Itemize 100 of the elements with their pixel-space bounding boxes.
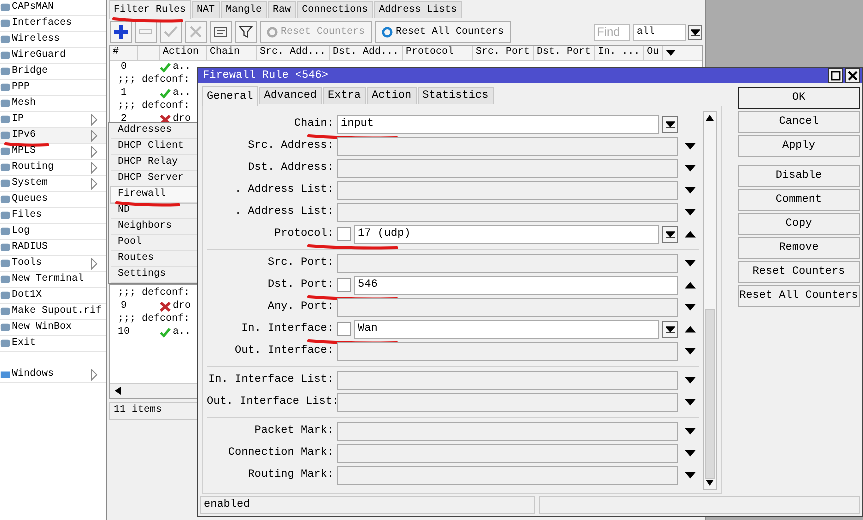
dialog-button[interactable]: Reset Counters [738, 261, 860, 283]
sidebar-item[interactable]: System [0, 176, 106, 192]
sidebar-item[interactable]: Files [0, 208, 106, 224]
sidebar-item[interactable]: Bridge [0, 64, 106, 80]
sidebar-item[interactable]: Wireless [0, 32, 106, 48]
sidebar-item[interactable]: CAPsMAN [0, 0, 106, 16]
input-field[interactable] [337, 136, 678, 156]
expand-arrow-icon[interactable] [684, 472, 696, 478]
negate-checkbox[interactable] [337, 227, 351, 241]
negate-checkbox[interactable] [337, 278, 351, 292]
comment-button[interactable] [210, 21, 232, 43]
sidebar-item[interactable]: New WinBox [0, 320, 106, 336]
find-field[interactable]: Find [594, 24, 630, 40]
expand-arrow-icon[interactable] [684, 142, 696, 150]
filter-select[interactable]: all [633, 24, 686, 40]
collapse-arrow-icon[interactable] [684, 282, 696, 288]
filter-button[interactable] [235, 21, 257, 43]
column-header[interactable]: Dst. Port [537, 47, 592, 58]
expand-arrow-icon[interactable] [684, 398, 696, 406]
input-field[interactable] [337, 254, 678, 272]
input-field[interactable]: 17 (udp) [354, 224, 659, 244]
collapse-arrow-icon[interactable] [684, 230, 696, 238]
maximize-button[interactable] [828, 68, 843, 83]
sidebar-item[interactable]: PPP [0, 80, 106, 96]
sidebar-item[interactable]: RADIUS [0, 240, 106, 256]
collapse-arrow-icon[interactable] [684, 326, 696, 332]
input-field[interactable] [337, 158, 678, 178]
expand-arrow-icon[interactable] [684, 164, 696, 172]
column-header[interactable]: Dst. Add... [333, 47, 400, 58]
sidebar-item[interactable]: New Terminal [0, 272, 106, 288]
expand-arrow-icon[interactable] [684, 428, 696, 434]
dialog-button[interactable]: Reset All Counters [738, 285, 860, 307]
input-field[interactable]: input [337, 114, 659, 134]
expand-arrow-icon[interactable] [684, 304, 696, 310]
dialog-button[interactable]: Remove [738, 237, 860, 259]
dialog-button[interactable]: Comment [738, 189, 860, 211]
sidebar-item[interactable]: IPv6 [0, 128, 106, 144]
sidebar-item[interactable]: MPLS [0, 144, 106, 160]
input-field[interactable] [337, 422, 678, 440]
scroll-up-icon[interactable] [706, 114, 714, 122]
column-header[interactable]: Chain [210, 47, 240, 58]
dialog-button[interactable]: Cancel [738, 111, 860, 133]
sidebar-item[interactable]: Queues [0, 192, 106, 208]
sidebar-item[interactable]: Dot1X [0, 288, 106, 304]
column-header[interactable]: Protocol [406, 47, 454, 58]
tab[interactable]: Connections [297, 1, 374, 18]
expand-arrow-icon[interactable] [684, 348, 696, 354]
column-header[interactable]: # [113, 47, 120, 58]
dropdown-button[interactable] [662, 320, 678, 338]
expand-arrow-icon[interactable] [684, 208, 696, 216]
dialog-button[interactable]: Disable [738, 165, 860, 187]
dropdown-button[interactable] [662, 226, 678, 242]
input-field[interactable]: Wan [354, 320, 659, 338]
input-field[interactable] [337, 370, 678, 390]
input-field[interactable] [337, 444, 678, 462]
column-header[interactable]: Src. Add... [260, 47, 326, 58]
sidebar-item[interactable]: Windows [0, 367, 106, 383]
dropdown-button[interactable] [688, 24, 702, 40]
sidebar-item[interactable]: WireGuard [0, 48, 106, 64]
tab[interactable]: Extra [323, 87, 366, 104]
tab[interactable]: Statistics [418, 87, 494, 104]
scrollbar[interactable] [703, 111, 717, 490]
column-header[interactable]: In. ... [598, 47, 640, 58]
tab[interactable]: Raw [268, 1, 296, 18]
input-field[interactable] [337, 466, 678, 484]
reset-button[interactable]: Reset All Counters [375, 21, 512, 43]
dropdown-button[interactable] [662, 116, 678, 132]
tab[interactable]: Action [367, 87, 417, 104]
add-button[interactable] [110, 21, 132, 43]
expand-arrow-icon[interactable] [684, 450, 696, 456]
tab[interactable]: General [202, 86, 258, 106]
input-field[interactable] [337, 392, 678, 412]
negate-checkbox[interactable] [337, 322, 351, 336]
tab[interactable]: NAT [192, 1, 220, 18]
sidebar-item[interactable]: Exit [0, 336, 106, 352]
tab[interactable]: Mangle [221, 1, 268, 18]
dialog-button[interactable]: OK [738, 87, 860, 109]
sidebar-item[interactable]: Make Supout.rif [0, 304, 106, 320]
input-field[interactable] [337, 298, 678, 316]
expand-arrow-icon[interactable] [684, 186, 696, 194]
sidebar-item[interactable]: Mesh [0, 96, 106, 112]
sidebar-item[interactable]: Routing [0, 160, 106, 176]
scroll-left-icon[interactable] [114, 387, 122, 395]
column-header[interactable]: Action [163, 47, 200, 58]
sidebar-item[interactable]: Tools [0, 256, 106, 272]
close-button[interactable] [845, 68, 860, 83]
input-field[interactable] [337, 202, 678, 222]
sidebar-item[interactable]: Interfaces [0, 16, 106, 32]
expand-arrow-icon[interactable] [684, 376, 696, 384]
tab[interactable]: Advanced [259, 87, 322, 104]
input-field[interactable] [337, 180, 678, 200]
column-header[interactable]: Src. Port [476, 47, 530, 58]
sidebar-item[interactable]: Log [0, 224, 106, 240]
input-field[interactable] [337, 342, 678, 360]
column-menu-icon[interactable] [666, 49, 676, 57]
dialog-button[interactable]: Copy [738, 213, 860, 235]
input-field[interactable]: 546 [354, 276, 678, 294]
column-header[interactable]: Ou [647, 47, 660, 58]
dialog-button[interactable]: Apply [738, 135, 860, 157]
expand-arrow-icon[interactable] [684, 260, 696, 266]
